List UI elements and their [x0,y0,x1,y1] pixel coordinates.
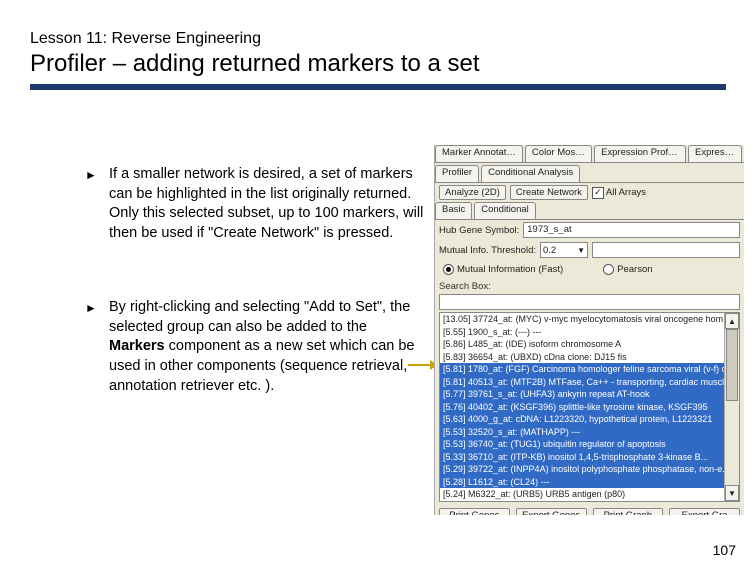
title-rule [30,84,726,90]
print-genes-button[interactable]: Print Genes [439,508,510,515]
tab-expression-profiles[interactable]: Expression Profiles [594,145,686,162]
list-item[interactable]: [5.28] L1612_at: (CL24) --- [440,476,739,489]
mutual-row: Mutual Info. Threshold: 0.2 ▼ [435,240,744,260]
hub-gene-label: Hub Gene Symbol: [439,225,519,236]
search-box-label: Search Box: [435,279,744,294]
hub-row: Hub Gene Symbol: 1973_s_at [435,220,744,240]
list-item[interactable]: [5.24] M6322_at: (URB5) URB5 antigen (p8… [440,488,739,501]
mutual-info-value: 0.2 [543,245,556,256]
page-title: Profiler – adding returned markers to a … [30,50,480,78]
tabs-top: Marker Annotation Color Mosaic Expressio… [435,145,744,163]
list-item[interactable]: [5.53] 36740_at: (TUG1) ubiquitin regula… [440,438,739,451]
tab-expression-cut[interactable]: Expressio [688,145,742,162]
bullet-list: ► If a smaller network is desired, a set… [85,165,425,451]
checkbox-icon: ✓ [592,187,604,199]
tab-conditional[interactable]: Conditional [474,202,536,219]
mutual-info-label: Mutual Info. Threshold: [439,245,536,256]
bullet-text: If a smaller network is desired, a set o… [109,165,425,243]
scroll-down-icon[interactable]: ▼ [725,485,739,501]
bullet-text: By right-clicking and selecting "Add to … [109,298,425,396]
create-network-button[interactable]: Create Network [510,185,588,200]
list-item[interactable]: [5.83] 36654_at: (UBXD) cDna clone: DJ15… [440,351,739,364]
export-genes-button[interactable]: Export Genes [516,508,587,515]
list-item[interactable]: [5.77] 39761_s_at: (UHFA3) ankyrin repea… [440,388,739,401]
tab-color-mosaic[interactable]: Color Mosaic [525,145,592,162]
tab-marker-annotation[interactable]: Marker Annotation [435,145,523,162]
hub-gene-input[interactable]: 1973_s_at [523,222,740,238]
slide: Lesson 11: Reverse Engineering Profiler … [0,0,756,576]
app-screenshot: Marker Annotation Color Mosaic Expressio… [434,145,744,515]
radio-mi-label: Mutual Information (Fast) [457,264,563,275]
bottom-button-row: Print Genes Export Genes Print Graph Exp… [435,502,744,515]
list-item[interactable]: [5.55] 1900_s_at: (---) --- [440,326,739,339]
mutual-info-aux-input[interactable] [592,242,740,258]
bullet-arrow-icon: ► [85,165,109,243]
list-item[interactable]: [5.86] L485_at: (IDE) isoform chromosome… [440,338,739,351]
scroll-up-icon[interactable]: ▲ [725,313,739,329]
tab-basic[interactable]: Basic [435,202,472,219]
mutual-info-dropdown[interactable]: 0.2 ▼ [540,242,588,258]
tabs-basic: Basic Conditional [435,202,744,220]
bullet-arrow-icon: ► [85,298,109,396]
tab-profiler[interactable]: Profiler [435,165,479,182]
list-item[interactable]: [5.33] 36710_at: (ITP-KB) inositol 1,4,5… [440,451,739,464]
chevron-down-icon: ▼ [577,246,585,255]
bullet-item: ► If a smaller network is desired, a set… [85,165,425,243]
tab-conditional-analysis[interactable]: Conditional Analysis [481,165,580,182]
list-item[interactable]: [5.63] 4000_g_at: cDNA: L1223320, hypoth… [440,413,739,426]
export-graph-button[interactable]: Export Gra [669,508,740,515]
lesson-label: Lesson 11: Reverse Engineering [30,30,261,48]
scroll-thumb[interactable] [726,329,738,401]
action-row: Analyze (2D) Create Network ✓ All Arrays [435,183,744,202]
list-item[interactable]: [5.53] 32520_s_at: (MATHAPP) --- [440,426,739,439]
analyze-button[interactable]: Analyze (2D) [439,185,506,200]
list-item[interactable]: [13.05] 37724_at: (MYC) v-myc myelocytom… [440,313,739,326]
radio-mutual-info[interactable]: Mutual Information (Fast) [443,264,563,275]
all-arrays-checkbox[interactable]: ✓ All Arrays [592,187,646,199]
results-listbox[interactable]: [13.05] 37724_at: (MYC) v-myc myelocytom… [439,312,740,502]
all-arrays-label: All Arrays [606,187,646,198]
page-number: 107 [713,542,736,558]
print-graph-button[interactable]: Print Graph [593,508,664,515]
metric-radio-group: Mutual Information (Fast) Pearson [435,260,744,279]
scrollbar[interactable]: ▲ ▼ [724,313,739,501]
tabs-sub: Profiler Conditional Analysis [435,165,744,183]
radio-icon [443,264,454,275]
list-item[interactable]: [5.76] 40402_at: (KSGF396) splittle-like… [440,401,739,414]
search-input[interactable] [439,294,740,310]
radio-icon [603,264,614,275]
bullet-item: ► By right-clicking and selecting "Add t… [85,298,425,396]
list-item[interactable]: [5.29] 39722_at: (INPP4A) inositol polyp… [440,463,739,476]
radio-pearson[interactable]: Pearson [603,264,652,275]
list-item[interactable]: [5.81] 40513_at: (MTF2B) MTFase, Ca++ - … [440,376,739,389]
radio-pearson-label: Pearson [617,264,652,275]
list-item[interactable]: [5.23] 1396_at: (AHR) arylhydrocarbon re… [440,501,739,503]
list-item[interactable]: [5.81] 1780_at: (FGF) Carcinoma homologe… [440,363,739,376]
